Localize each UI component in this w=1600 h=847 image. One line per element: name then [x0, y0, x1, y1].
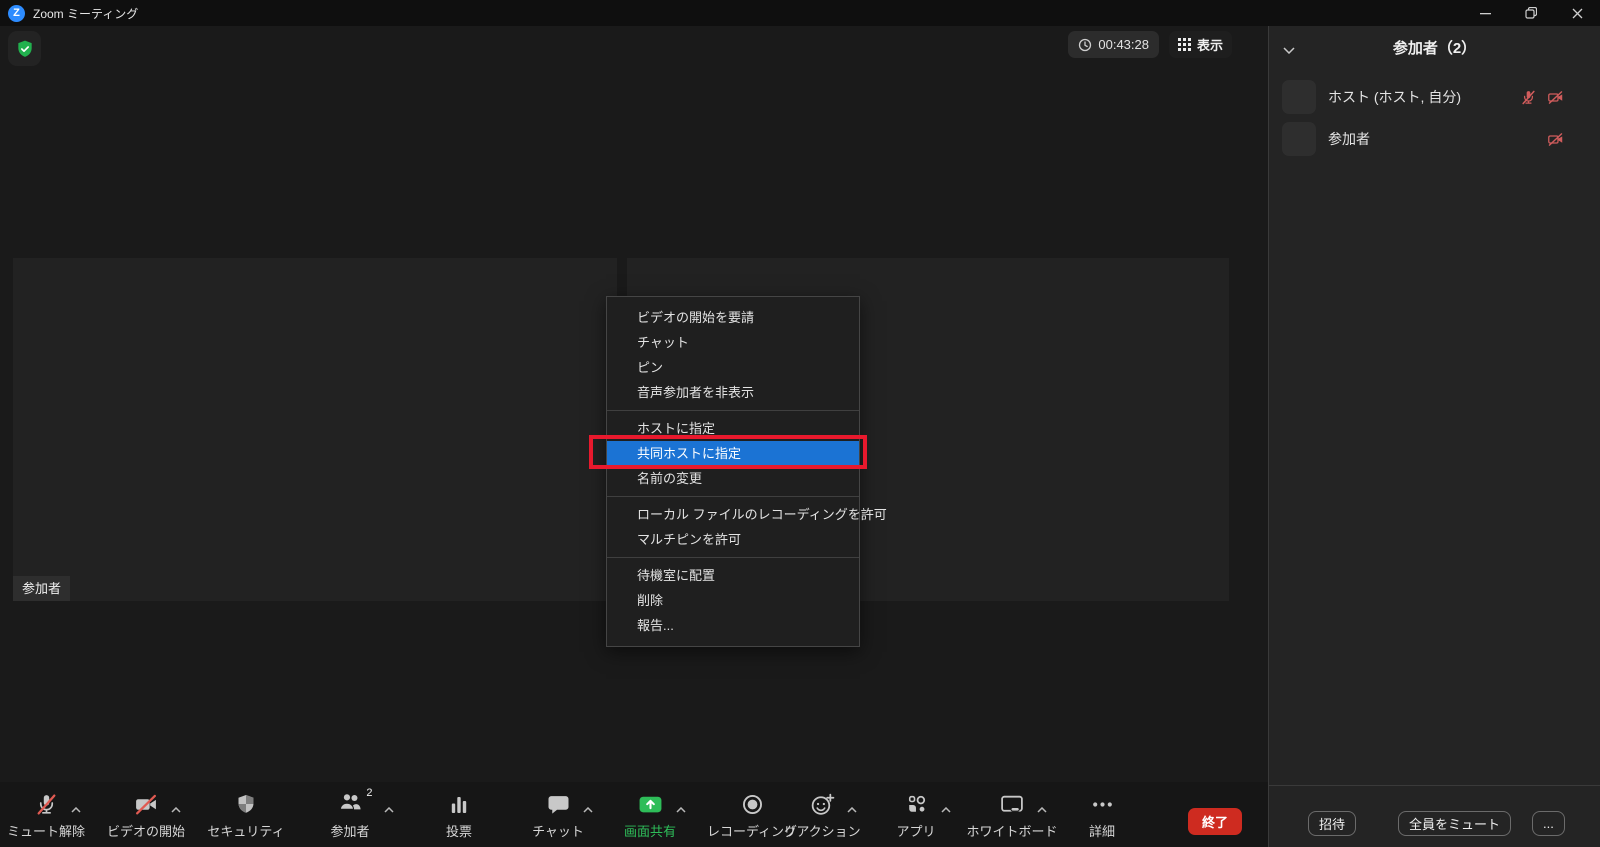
menu-divider: [607, 496, 859, 497]
start-video-button[interactable]: ビデオの開始: [98, 789, 194, 840]
security-icon: [234, 792, 258, 817]
whiteboard-label: ホワイトボード: [966, 821, 1057, 840]
polls-label: 投票: [446, 821, 472, 840]
video-tile-participant: 参加者: [13, 258, 617, 601]
menu-item-remove[interactable]: 削除: [607, 588, 859, 613]
meeting-toolbar: ミュート解除 ビデオの開始: [0, 782, 1268, 847]
polls-button[interactable]: 投票: [411, 789, 507, 840]
menu-item-put-in-waiting-room[interactable]: 待機室に配置: [607, 563, 859, 588]
grid-view-icon: [1178, 38, 1191, 51]
poll-icon: [447, 792, 471, 817]
participants-label: 参加者: [330, 821, 369, 840]
more-label: 詳細: [1089, 821, 1115, 840]
menu-item-hide-audio-participants[interactable]: 音声参加者を非表示: [607, 380, 859, 405]
chat-button[interactable]: チャット: [510, 789, 606, 840]
meeting-info-shield-button[interactable]: [8, 31, 41, 66]
view-button[interactable]: 表示: [1169, 31, 1232, 58]
menu-divider: [607, 557, 859, 558]
window-controls: [1462, 0, 1600, 26]
participant-status-icons: [1546, 131, 1565, 148]
participant-row-guest[interactable]: 参加者: [1269, 118, 1600, 160]
menu-item-rename[interactable]: 名前の変更: [607, 466, 859, 491]
video-off-status-icon: [1546, 89, 1565, 106]
participants-panel-title: 参加者（2）: [1393, 37, 1476, 58]
view-label: 表示: [1197, 35, 1223, 54]
avatar: [1282, 80, 1316, 114]
participants-panel-footer: 招待 全員をミュート ...: [1269, 785, 1600, 847]
participants-button[interactable]: 2 参加者: [302, 789, 398, 840]
participants-panel-header: 参加者（2）: [1269, 26, 1600, 68]
meeting-timer: 00:43:28: [1068, 31, 1159, 58]
menu-item-make-cohost[interactable]: 共同ホストに指定: [607, 441, 859, 466]
participant-name: ホスト (ホスト, 自分): [1328, 87, 1520, 107]
whiteboard-button[interactable]: ホワイトボード: [964, 789, 1060, 840]
more-button[interactable]: 詳細: [1054, 789, 1150, 840]
record-icon: [740, 792, 765, 817]
mic-options-chevron[interactable]: [71, 800, 81, 818]
menu-item-make-host[interactable]: ホストに指定: [607, 416, 859, 441]
participants-panel: 参加者（2） ホスト (ホスト, 自分) 参加者: [1268, 26, 1600, 847]
menu-item-report[interactable]: 報告...: [607, 613, 859, 638]
share-options-chevron[interactable]: [676, 800, 686, 818]
avatar: [1282, 122, 1316, 156]
panel-more-button[interactable]: ...: [1532, 811, 1565, 836]
participant-row-host[interactable]: ホスト (ホスト, 自分): [1269, 76, 1600, 118]
apps-button[interactable]: アプリ: [868, 789, 964, 840]
timer-value: 00:43:28: [1098, 37, 1149, 52]
invite-button[interactable]: 招待: [1308, 811, 1356, 836]
unmute-label: ミュート解除: [7, 821, 85, 840]
mic-muted-icon: [34, 792, 59, 817]
menu-item-allow-local-recording[interactable]: ローカル ファイルのレコーディングを許可: [607, 502, 859, 527]
participants-options-chevron[interactable]: [384, 800, 394, 818]
menu-divider: [607, 410, 859, 411]
chat-label: チャット: [532, 821, 584, 840]
share-screen-icon: [637, 792, 664, 817]
mute-all-button[interactable]: 全員をミュート: [1398, 811, 1511, 836]
menu-item-allow-multipin[interactable]: マルチピンを許可: [607, 527, 859, 552]
participants-icon: [337, 789, 364, 814]
close-button[interactable]: [1554, 0, 1600, 26]
reactions-button[interactable]: リアクション: [774, 789, 870, 840]
chat-icon: [546, 792, 571, 817]
apps-icon: [904, 792, 929, 817]
chat-options-chevron[interactable]: [583, 800, 593, 818]
restore-button[interactable]: [1508, 0, 1554, 26]
whiteboard-options-chevron[interactable]: [1037, 800, 1047, 818]
menu-item-ask-start-video[interactable]: ビデオの開始を要請: [607, 305, 859, 330]
video-tile-name-label: 参加者: [13, 576, 70, 601]
zoom-logo-icon: Z: [8, 5, 25, 22]
reactions-icon: [809, 792, 835, 817]
whiteboard-icon: [999, 792, 1025, 817]
security-button[interactable]: セキュリティ: [198, 789, 294, 840]
window-title: Zoom ミーティング: [33, 5, 138, 22]
share-screen-label: 画面共有: [624, 821, 676, 840]
start-video-label: ビデオの開始: [107, 821, 185, 840]
security-label: セキュリティ: [207, 821, 284, 840]
end-meeting-button[interactable]: 終了: [1188, 808, 1242, 835]
reactions-options-chevron[interactable]: [847, 800, 857, 818]
video-off-icon: [133, 792, 159, 817]
participant-status-icons: [1520, 89, 1565, 106]
participant-name: 参加者: [1328, 129, 1546, 149]
mic-muted-status-icon: [1520, 89, 1537, 106]
zoom-meeting-window: Z Zoom ミーティング: [0, 0, 1600, 847]
more-dots-icon: [1090, 792, 1115, 817]
reactions-label: リアクション: [783, 821, 860, 840]
apps-options-chevron[interactable]: [941, 800, 951, 818]
title-bar: Z Zoom ミーティング: [0, 0, 1600, 26]
participants-count-badge: 2: [366, 787, 372, 799]
menu-item-chat[interactable]: チャット: [607, 330, 859, 355]
unmute-button[interactable]: ミュート解除: [0, 789, 94, 840]
minimize-button[interactable]: [1462, 0, 1508, 26]
share-screen-button[interactable]: 画面共有: [602, 789, 698, 840]
menu-item-pin[interactable]: ピン: [607, 355, 859, 380]
panel-collapse-chevron-icon[interactable]: [1283, 41, 1295, 59]
top-right-controls: 00:43:28 表示: [1068, 31, 1232, 58]
security-shield-icon: [15, 39, 35, 59]
participant-context-menu: ビデオの開始を要請 チャット ピン 音声参加者を非表示 ホストに指定 共同ホスト…: [606, 296, 860, 647]
video-options-chevron[interactable]: [171, 800, 181, 818]
clock-icon: [1078, 38, 1092, 52]
video-off-status-icon: [1546, 131, 1565, 148]
apps-label: アプリ: [896, 821, 935, 840]
